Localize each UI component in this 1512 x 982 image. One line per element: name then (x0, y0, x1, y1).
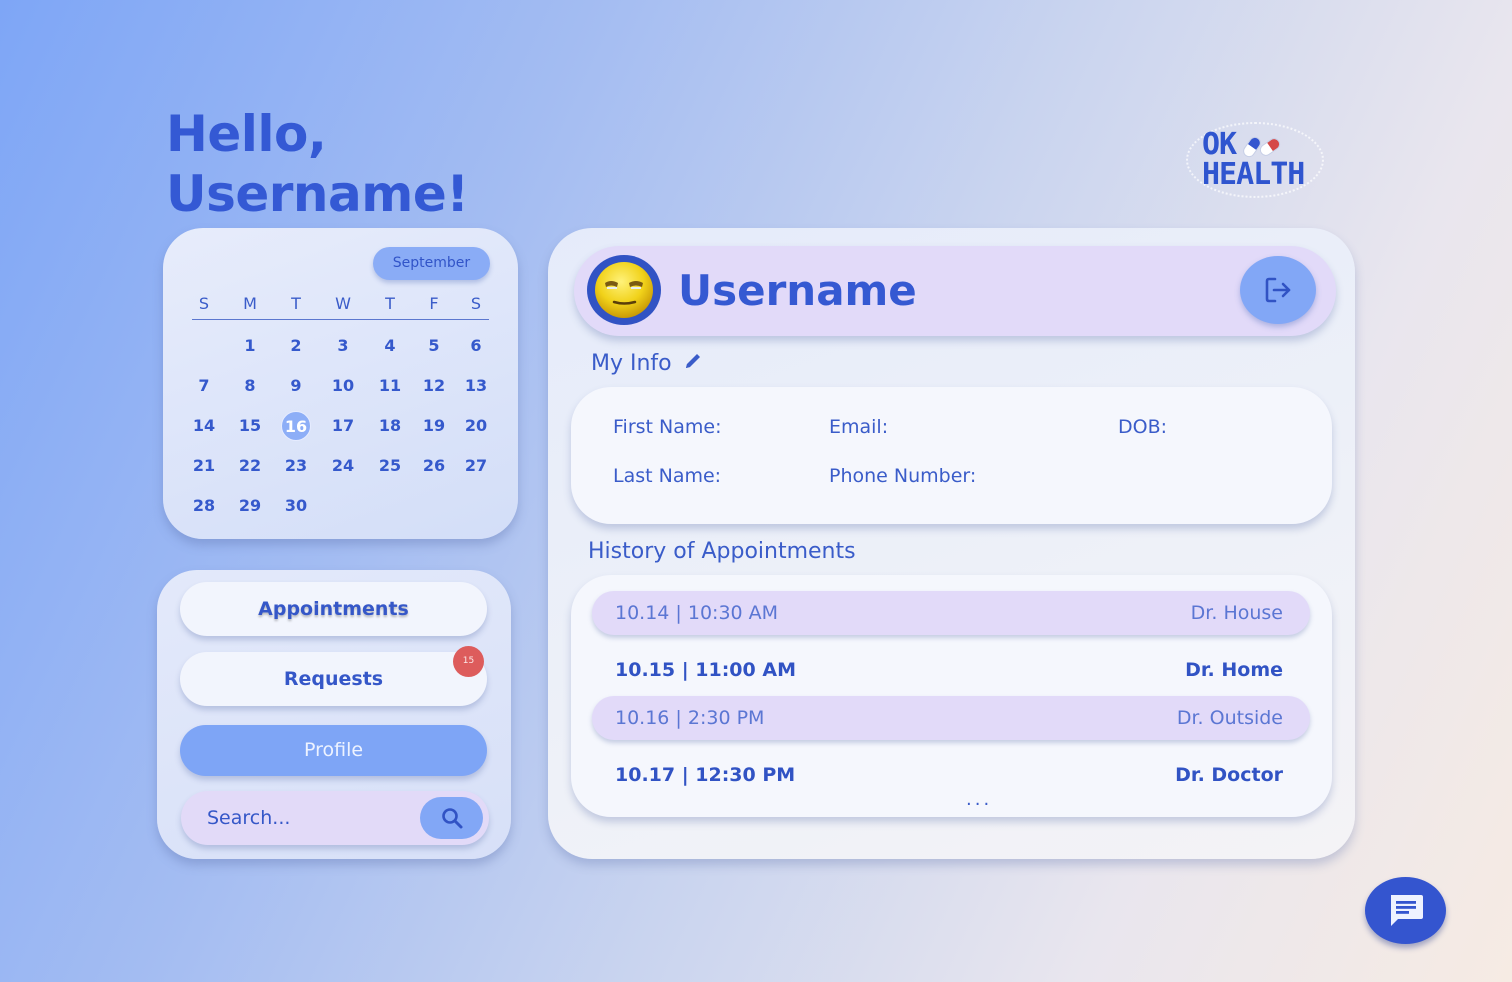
profile-username: Username (678, 266, 917, 315)
avatar[interactable] (587, 255, 661, 325)
appointment-row[interactable]: 10.15 | 11:00 AM Dr. Home (592, 648, 1310, 692)
weekday-label: M (243, 294, 257, 313)
first-name-label: First Name: (613, 416, 722, 438)
calendar-day[interactable]: 9 (281, 374, 311, 398)
chat-icon (1390, 894, 1423, 926)
appointment-datetime: 10.15 | 11:00 AM (615, 659, 796, 681)
appointment-doctor: Dr. House (1190, 602, 1283, 624)
calendar-day[interactable]: 23 (281, 454, 311, 478)
appointments-button[interactable]: Appointments (180, 582, 487, 636)
calendar-day[interactable]: 10 (328, 374, 358, 398)
my-info-title: My Info (591, 351, 672, 376)
calendar-divider (192, 319, 489, 320)
my-info-heading: My Info (591, 351, 703, 377)
dob-label: DOB: (1118, 416, 1168, 438)
calendar-widget: September S M T W T F S 1 2 3 4 5 6 7 8 9 10 11 12 1… (163, 228, 518, 539)
calendar-week-row: 28 29 30 (163, 494, 518, 518)
phone-number-label: Phone Number: (829, 465, 977, 487)
appointment-row[interactable]: 10.17 | 12:30 PM Dr. Doctor (592, 753, 1310, 797)
calendar-day[interactable]: 1 (235, 334, 265, 358)
calendar-day[interactable]: 18 (375, 414, 405, 438)
email-label: Email: (829, 416, 889, 438)
appointment-row[interactable]: 10.14 | 10:30 AM Dr. House (592, 591, 1310, 635)
weekday-label: S (198, 294, 210, 313)
weekday-label: S (470, 294, 482, 313)
search-button[interactable] (420, 797, 483, 839)
weekday-label: T (385, 294, 395, 313)
chat-button[interactable] (1365, 877, 1446, 944)
requests-badge: 15 (453, 646, 484, 677)
search-bar (181, 791, 489, 845)
calendar-day[interactable]: 11 (375, 374, 405, 398)
more-appointments-indicator[interactable]: ... (966, 789, 992, 810)
calendar-week-row: 123456 (163, 334, 518, 358)
weekday-header: S M T W T F S (163, 292, 518, 316)
my-info-card: First Name: Email: DOB: Last Name: Phone… (571, 387, 1332, 524)
calendar-week-row: 14 15 16 17 18 19 20 (163, 411, 518, 441)
calendar-day[interactable]: 12 (419, 374, 449, 398)
greeting-line-2: Username! (166, 165, 469, 223)
weekday-label: F (429, 294, 439, 313)
calendar-day[interactable]: 20 (461, 414, 491, 438)
calendar-day[interactable]: 13 (461, 374, 491, 398)
appointment-datetime: 10.14 | 10:30 AM (615, 602, 779, 624)
search-input[interactable] (207, 791, 407, 845)
calendar-day[interactable]: 19 (419, 414, 449, 438)
calendar-day[interactable]: 21 (189, 454, 219, 478)
calendar-day[interactable]: 30 (281, 494, 311, 518)
calendar-day[interactable]: 8 (235, 374, 265, 398)
logo-text-ok: OK (1202, 127, 1237, 162)
history-heading: History of Appointments (588, 539, 856, 564)
weekday-label: W (335, 294, 351, 313)
appointment-row[interactable]: 10.16 | 2:30 PM Dr. Outside (592, 696, 1310, 740)
appointment-history-card: 10.14 | 10:30 AM Dr. House 10.15 | 11:00… (571, 575, 1332, 817)
emoji-face-icon (595, 262, 653, 318)
calendar-day[interactable]: 6 (461, 334, 491, 358)
logo-text-health: HEALTH (1202, 157, 1305, 192)
navigation-panel: Appointments Requests 15 Profile (157, 570, 511, 859)
logout-button[interactable] (1240, 256, 1316, 324)
ok-health-logo: OK HEALTH (1184, 122, 1326, 202)
calendar-week-row: 7 8 9 10 11 12 13 (163, 374, 518, 398)
calendar-day[interactable]: 7 (189, 374, 219, 398)
edit-info-button[interactable] (683, 351, 703, 377)
weekday-label: T (291, 294, 301, 313)
calendar-day[interactable]: 15 (235, 414, 265, 438)
profile-button[interactable]: Profile (180, 725, 487, 776)
last-name-label: Last Name: (613, 465, 722, 487)
calendar-day-selected[interactable]: 16 (281, 411, 311, 441)
month-selector[interactable]: September (373, 247, 490, 280)
calendar-day[interactable]: 2 (281, 334, 311, 358)
calendar-day[interactable]: 17 (328, 414, 358, 438)
appointment-datetime: 10.16 | 2:30 PM (615, 707, 765, 729)
calendar-day[interactable]: 22 (235, 454, 265, 478)
profile-panel: Username My Info First Name: Email: DOB:… (548, 228, 1355, 859)
search-icon (441, 808, 462, 829)
calendar-day[interactable]: 27 (461, 454, 491, 478)
calendar-week-row: 21 22 23 24 25 26 27 (163, 454, 518, 478)
calendar-day[interactable]: 14 (189, 414, 219, 438)
calendar-day[interactable]: 3 (328, 334, 358, 358)
calendar-day[interactable]: 5 (419, 334, 449, 358)
calendar-day[interactable]: 26 (419, 454, 449, 478)
appointment-doctor: Dr. Home (1185, 659, 1283, 681)
requests-button[interactable]: Requests (180, 652, 487, 706)
appointment-datetime: 10.17 | 12:30 PM (615, 764, 796, 786)
appointment-doctor: Dr. Doctor (1175, 764, 1283, 786)
logout-icon (1265, 277, 1291, 303)
calendar-day[interactable]: 25 (375, 454, 405, 478)
calendar-day[interactable]: 24 (328, 454, 358, 478)
calendar-day[interactable]: 4 (375, 334, 405, 358)
calendar-day[interactable]: 28 (189, 494, 219, 518)
user-header: Username (574, 246, 1336, 336)
greeting-heading: Hello, Username! (166, 104, 469, 224)
greeting-line-1: Hello, (166, 105, 327, 163)
appointment-doctor: Dr. Outside (1176, 707, 1283, 729)
pencil-icon (685, 354, 700, 368)
calendar-day[interactable]: 29 (235, 494, 265, 518)
